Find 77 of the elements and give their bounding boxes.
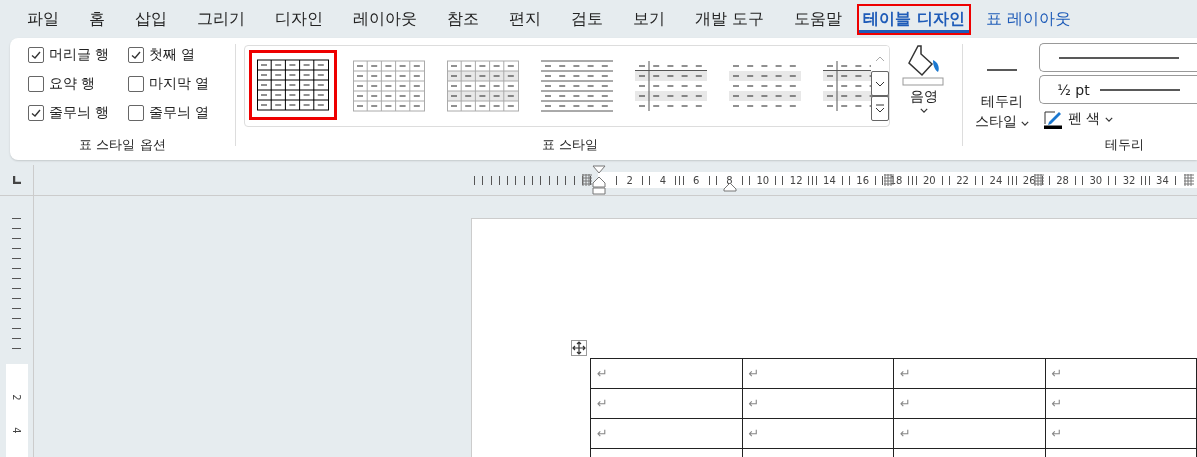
indent-marker-icon[interactable] [723,182,737,192]
line-style-dropdown[interactable] [1039,43,1197,72]
group-label: 표 스타일 [540,136,600,154]
group-label: 테두리 [1103,136,1145,154]
ribbon-tab[interactable]: 보기 [618,3,680,35]
ribbon-tab[interactable]: 도움말 [779,3,858,35]
checkbox[interactable] [128,76,144,92]
paragraph-mark: ↵ [597,366,608,381]
caret-icon [920,108,928,113]
ribbon-tab[interactable]: 그리기 [182,3,260,35]
check-icon [30,49,42,61]
ruler-number: 2 [11,394,22,401]
paragraph-mark: ↵ [900,366,911,381]
ribbon-tab[interactable]: 홈 [74,3,120,35]
check-icon [130,49,142,61]
ruler-number: 4 [646,174,680,186]
ribbon-tab[interactable]: 편지 [494,3,556,35]
checkbox-label: 머리글 행 [49,46,110,64]
border-style-button[interactable]: 테두리 스타일 [971,43,1033,132]
column-marker-icon[interactable] [1034,174,1044,186]
checkbox-label: 줄무늬 행 [49,104,110,122]
checkbox-label: 줄무늬 열 [149,104,210,122]
paragraph-mark: ↵ [597,426,608,441]
paragraph-mark: ↵ [597,396,608,411]
checkbox[interactable] [128,105,144,121]
indent-marker-icon[interactable] [592,165,606,195]
ribbon-tab[interactable]: 파일 [12,3,74,35]
paragraph-mark: ↵ [748,366,760,381]
scroll-down-button[interactable] [871,71,889,96]
line-weight-dropdown[interactable]: ½ pt [1039,75,1197,104]
line-sample-icon [987,69,1017,71]
ribbon-tab[interactable]: 표 레이아웃 [970,3,1086,35]
ruler-number: 4 [11,427,22,434]
column-marker-icon[interactable] [582,174,592,186]
checkbox-label: 마지막 열 [149,75,210,93]
shading-button[interactable]: 음영 [896,38,952,130]
ruler-number: 12 [779,174,813,186]
caret-icon [1105,116,1114,122]
checkbox-label: 첫째 열 [149,46,196,64]
ribbon-tab[interactable]: 레이아웃 [338,3,432,35]
ribbon-tab[interactable]: 디자인 [260,3,338,35]
checkbox[interactable] [128,47,144,63]
expand-icon [875,103,885,114]
caret-icon [1021,121,1030,126]
paragraph-mark: ↵ [1051,426,1063,441]
ruler-number: 32 [1112,174,1146,186]
paragraph-mark: ↵ [748,426,760,441]
checkbox[interactable] [28,105,44,121]
chevron-up-icon [875,55,885,62]
table-style-thumbnail[interactable] [249,50,337,120]
checkbox[interactable] [28,76,44,92]
more-styles-button[interactable] [871,96,889,121]
tab-stop-icon[interactable] [12,176,21,184]
group-label: 표 스타일 옵션 [78,136,167,154]
paragraph-mark: ↵ [1051,396,1063,411]
ribbon-tab[interactable]: 삽입 [120,3,182,35]
paragraph-mark: ↵ [748,396,760,411]
check-icon [30,107,42,119]
line-sample-icon [1099,88,1180,91]
ribbon-tab[interactable]: 개발 도구 [680,3,780,35]
paint-bucket-icon [902,42,946,86]
line-sample-icon [1058,56,1179,59]
checkbox-label: 요약 행 [49,75,96,93]
ruler-number: 18 [879,174,913,186]
chevron-down-icon [875,80,885,87]
paragraph-mark: ↵ [1051,366,1063,381]
move-handle-icon[interactable] [571,340,587,356]
ruler-number: 24 [979,174,1013,186]
ribbon-tab[interactable]: 참조 [432,3,494,35]
ribbon-tab[interactable]: 테이블 디자인 [857,3,971,35]
checkbox[interactable] [28,47,44,63]
paragraph-mark: ↵ [900,396,911,411]
pen-color-button[interactable]: 펜 색 [1039,107,1119,129]
paragraph-mark: ↵ [900,426,911,441]
pen-icon [1043,109,1063,129]
column-marker-icon[interactable] [1184,174,1194,186]
ribbon-tab[interactable]: 검토 [556,3,618,35]
